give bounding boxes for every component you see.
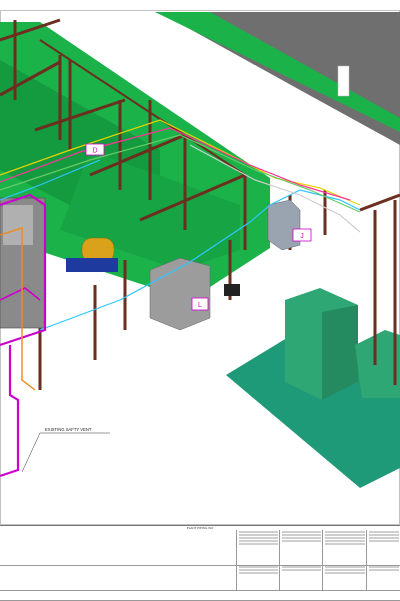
drawing-sheet: EXISTING SAFTY VENT D J L PLANT PIPING I… bbox=[0, 0, 400, 601]
gray-skid-right bbox=[267, 199, 301, 251]
tag-l: L bbox=[191, 297, 209, 311]
title-block-cell bbox=[366, 530, 400, 565]
blue-base bbox=[66, 258, 118, 272]
equipment-skid-panel bbox=[3, 205, 33, 245]
title-block-cell bbox=[279, 565, 323, 590]
tag-j: J bbox=[292, 228, 312, 242]
title-block-cell bbox=[279, 530, 323, 565]
title-block-cell bbox=[236, 530, 280, 565]
gray-box bbox=[149, 257, 211, 331]
title-block-cell bbox=[236, 565, 280, 590]
isometric-piping-drawing: EXISTING SAFTY VENT D J L bbox=[0, 10, 400, 525]
title-block-cell bbox=[322, 530, 367, 565]
wall-door bbox=[337, 65, 350, 97]
annotation-existing-vent: EXISTING SAFTY VENT bbox=[45, 427, 92, 432]
pump bbox=[224, 284, 240, 296]
title-block-row-2 bbox=[0, 565, 400, 591]
svg-text:D: D bbox=[92, 148, 97, 155]
title-block: PLANT PIPING ISO bbox=[0, 525, 400, 601]
title-block-row-1 bbox=[0, 530, 400, 566]
svg-text:J: J bbox=[300, 233, 304, 240]
title-block-row-3 bbox=[0, 590, 400, 601]
tag-d: D bbox=[85, 143, 105, 156]
title-block-cell bbox=[366, 565, 400, 590]
svg-text:L: L bbox=[198, 302, 202, 309]
title-block-cell bbox=[322, 565, 367, 590]
